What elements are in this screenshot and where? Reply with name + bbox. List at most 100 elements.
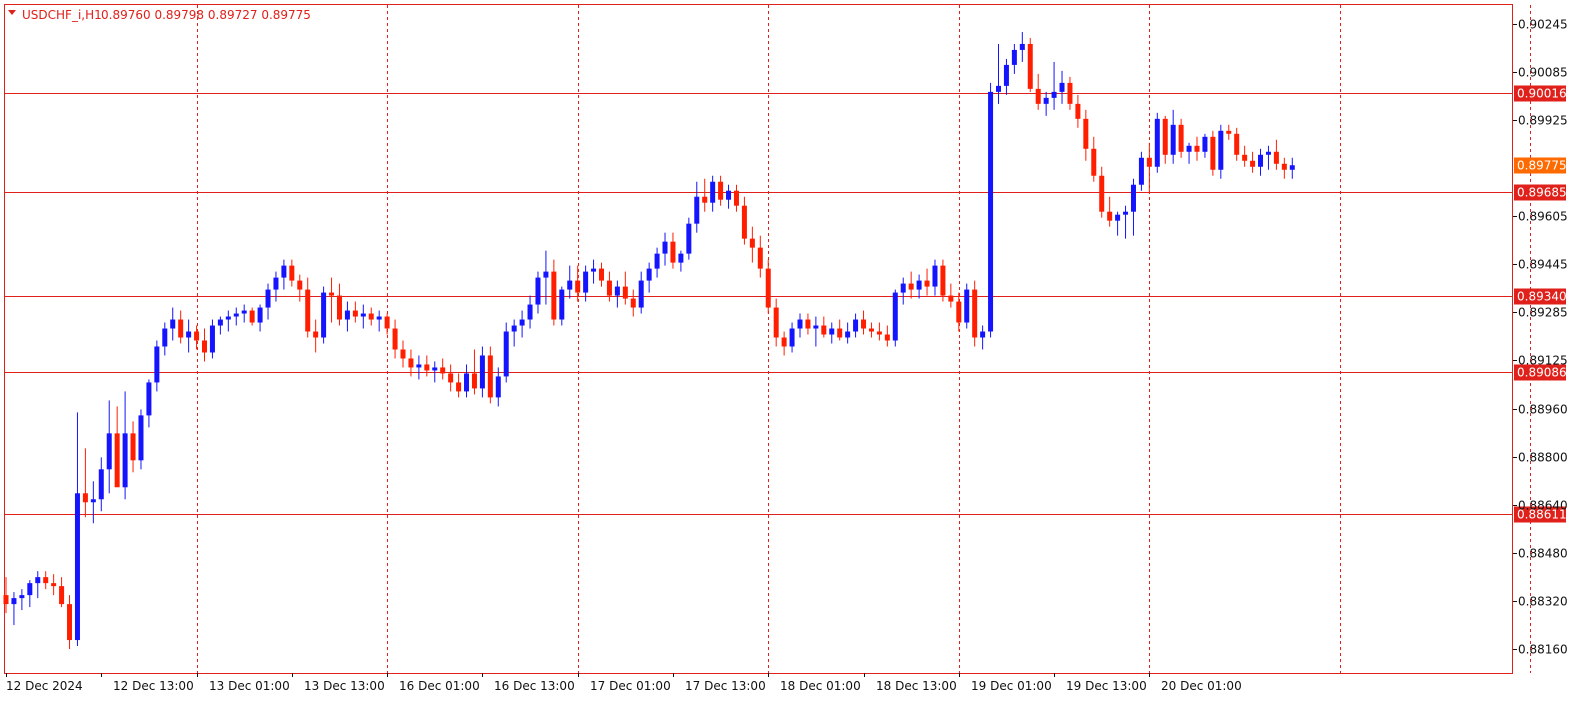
bull-candle [964, 283, 970, 329]
candle-body [1067, 82, 1073, 104]
candle-body [35, 577, 41, 584]
candle-body [868, 328, 874, 332]
candle-body [384, 316, 390, 329]
price-tick-label: 0.89605 [1518, 210, 1568, 224]
candle-body [313, 331, 319, 338]
candle-body [43, 577, 49, 584]
candle-body [543, 271, 549, 278]
candle-body [654, 253, 660, 269]
candle-body [487, 355, 493, 398]
candle-body [352, 310, 358, 317]
candle-body [741, 205, 747, 239]
current-price-label: 0.89775 [1517, 159, 1567, 173]
candle-body [249, 310, 255, 323]
candle-body [114, 433, 120, 488]
candle-body [535, 277, 541, 305]
candle-body [448, 373, 454, 383]
candle-body [1265, 151, 1271, 155]
price-tick-label: 0.89285 [1518, 306, 1568, 320]
candle-body [194, 331, 200, 341]
candle-body [718, 181, 724, 200]
candle-body [916, 280, 922, 290]
candle-body [813, 325, 819, 329]
candle-body [614, 286, 620, 296]
candle-body [765, 268, 771, 308]
bull-candle [892, 289, 898, 347]
candle-body [281, 265, 287, 278]
candle-body [202, 340, 207, 353]
candle-body [630, 298, 636, 308]
candle-body [19, 595, 25, 599]
price-tick-label: 0.88640 [1518, 499, 1568, 513]
candle-body [289, 265, 295, 281]
candle-body [1194, 145, 1200, 152]
candle-body [988, 91, 994, 332]
candle-body [1130, 184, 1136, 212]
bull-candle [503, 322, 509, 383]
candle-body [98, 469, 104, 500]
candle-body [1226, 130, 1232, 134]
candle-body [1250, 160, 1256, 167]
candle-body [162, 328, 168, 347]
candle-body [1146, 157, 1152, 167]
candle-body [726, 190, 732, 200]
candle-body [1202, 136, 1208, 152]
bear-candle [972, 280, 978, 347]
bull-candle [321, 286, 327, 344]
candle-body [11, 598, 17, 605]
candle-body [940, 265, 946, 296]
candle-body [321, 292, 327, 338]
time-tick-label: 16 Dec 13:00 [494, 679, 575, 693]
candle-body [106, 433, 112, 470]
candle-body [749, 238, 755, 248]
candle-body [1210, 136, 1216, 170]
candle-body [1273, 151, 1279, 164]
time-tick-label: 18 Dec 01:00 [780, 679, 861, 693]
candle-body [408, 358, 414, 368]
time-tick-label: 19 Dec 13:00 [1066, 679, 1147, 693]
candle-body [551, 271, 557, 320]
candle-body [273, 277, 279, 290]
candle-body [1242, 154, 1248, 161]
horizontal-line-price-label: 0.89685 [1517, 186, 1567, 200]
candle-body [424, 364, 430, 371]
candle-body [805, 319, 811, 329]
candle-body [360, 313, 366, 317]
candle-body [479, 355, 485, 389]
candle-body [336, 295, 342, 320]
candle-body [575, 280, 581, 293]
candle-body [1170, 124, 1176, 155]
candle-body [154, 346, 160, 383]
candle-body [797, 319, 803, 329]
candle-body [837, 328, 843, 338]
candle-body [781, 337, 787, 347]
horizontal-line-price-label: 0.90016 [1517, 87, 1567, 101]
candle-body [178, 319, 184, 338]
candle-body [773, 307, 779, 338]
price-tick-label: 0.90245 [1518, 18, 1568, 32]
candle-body [599, 268, 604, 281]
candle-body [456, 382, 462, 392]
price-chart[interactable]: 0.900160.896850.893400.890860.886110.897… [0, 0, 1586, 708]
candle-body [1154, 118, 1160, 167]
candle-body [559, 289, 565, 320]
candle-body [876, 331, 882, 335]
candle-body [233, 313, 239, 317]
candle-body [733, 190, 739, 206]
candle-body [964, 289, 970, 323]
candle-body [122, 433, 128, 488]
candle-body [3, 595, 9, 605]
candle-body [702, 196, 708, 203]
candle-body [948, 295, 954, 302]
candle-body [670, 241, 676, 263]
candle-body [400, 349, 406, 359]
candle-body [59, 586, 65, 605]
bear-candle [1027, 37, 1033, 92]
chart-background [0, 0, 1586, 708]
candle-body [1019, 43, 1025, 50]
candle-body [527, 304, 533, 320]
candle-body [241, 310, 247, 314]
price-tick-label: 0.88960 [1518, 403, 1568, 417]
candle-body [1162, 118, 1168, 155]
candle-body [980, 331, 986, 338]
